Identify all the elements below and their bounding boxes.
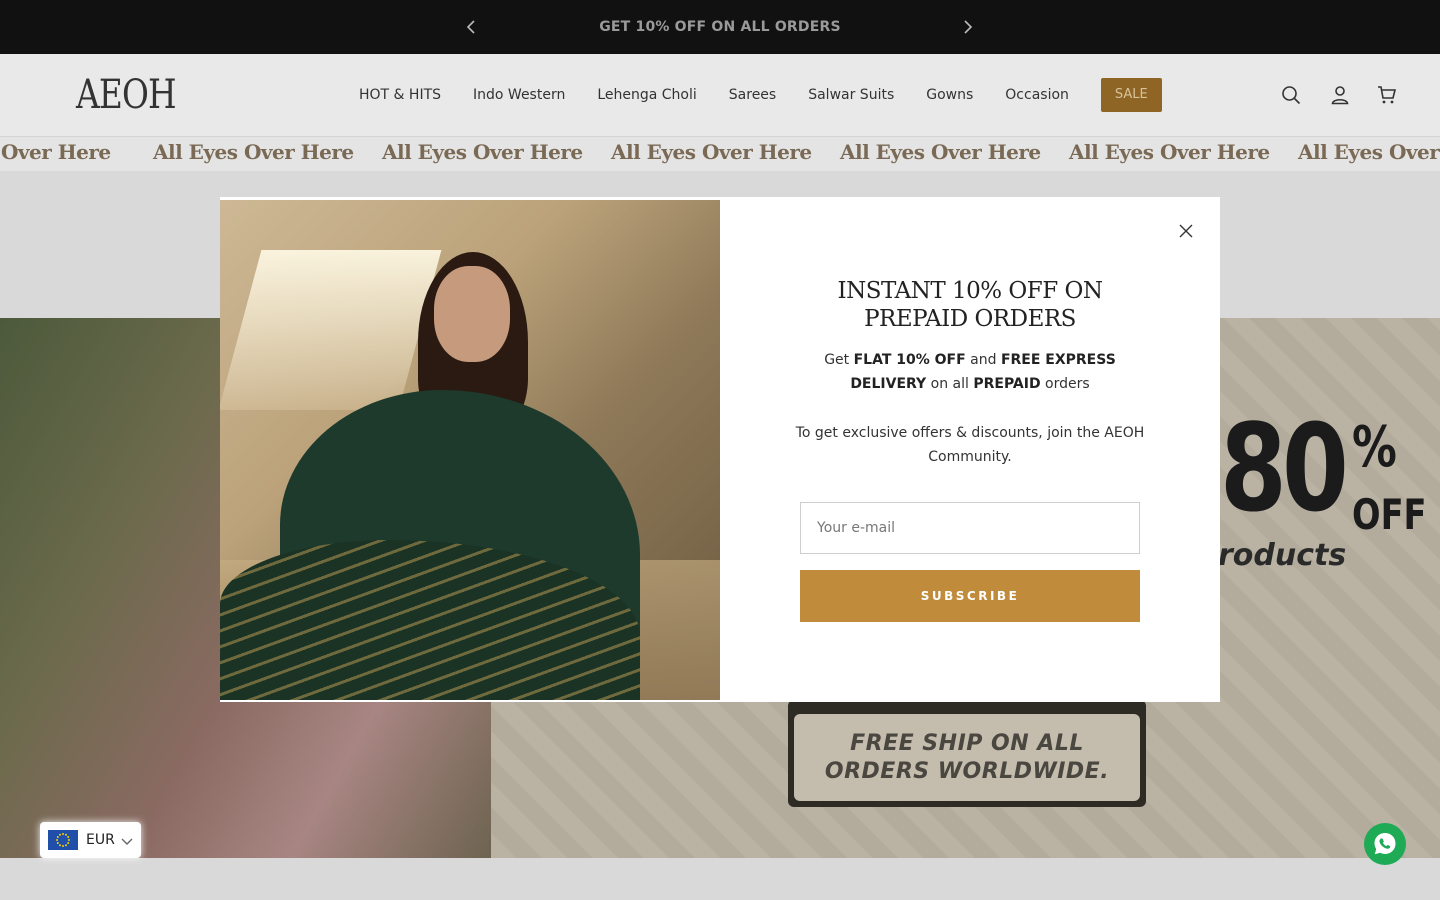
subscribe-button[interactable]: SUBSCRIBE	[800, 570, 1140, 622]
popup-title: INSTANT 10% OFF ON PREPAID ORDERS	[837, 278, 1103, 332]
close-icon[interactable]	[1174, 219, 1198, 243]
whatsapp-icon[interactable]	[1364, 823, 1406, 865]
popup-model-image	[220, 200, 720, 700]
currency-selector[interactable]: EUR	[40, 822, 141, 858]
chevron-down-icon	[121, 831, 133, 850]
eu-flag-icon	[48, 830, 78, 850]
popup-content: INSTANT 10% OFF ON PREPAID ORDERS Get FL…	[720, 197, 1220, 702]
popup-offer-text: Get FLAT 10% OFF and FREE EXPRESS DELIVE…	[824, 352, 1116, 392]
currency-code: EUR	[86, 832, 115, 848]
popup-community-text: To get exclusive offers & discounts, joi…	[795, 425, 1145, 465]
email-field[interactable]	[800, 502, 1140, 554]
newsletter-popup: INSTANT 10% OFF ON PREPAID ORDERS Get FL…	[220, 197, 1220, 702]
